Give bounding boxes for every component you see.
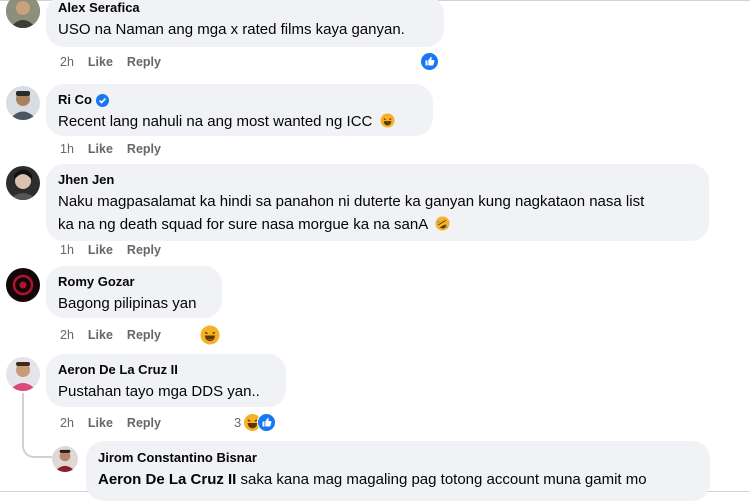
reply-button[interactable]: Reply [127,55,161,69]
comment-author[interactable]: Aeron De La Cruz II [58,362,274,378]
comment-text: USO na Naman ang mga x rated films kaya … [58,21,405,38]
comment-text-line: ka na ng death squad for sure nasa morgu… [58,216,428,233]
comment-bubble: Jhen Jen Naku magpasalamat ka hindi sa p… [46,164,709,241]
avatar[interactable] [52,446,78,472]
comment-actions: 1h Like Reply [60,142,161,156]
rolling-laughing-emoji-icon [435,216,450,231]
like-reaction-icon [420,52,439,71]
comment-actions: 2h Like Reply [60,328,161,342]
reply-author[interactable]: Jirom Constantino Bisnar [98,450,698,466]
reply-button[interactable]: Reply [127,142,161,156]
thread-connector [22,436,52,458]
avatar-photo-icon [52,446,78,472]
reply-bubble: Jirom Constantino Bisnar Aeron De La Cru… [86,441,710,501]
like-button[interactable]: Like [88,243,113,257]
comment-text: Bagong pilipinas yan [58,295,197,312]
avatar-photo-icon [6,166,40,200]
comment-actions: 1h Like Reply [60,243,161,257]
thread-line [22,393,24,438]
comment-actions: 2h Like Reply [60,55,161,69]
comment-time[interactable]: 2h [60,416,74,430]
avatar-photo-icon [6,0,40,28]
avatar-photo-icon [6,357,40,391]
avatar[interactable] [6,0,40,28]
reply-button[interactable]: Reply [127,328,161,342]
comment-bubble: Alex Serafica USO na Naman ang mga x rat… [46,0,444,47]
avatar[interactable] [6,357,40,391]
avatar-photo-icon [6,86,40,120]
like-button[interactable]: Like [88,328,113,342]
avatar[interactable] [6,268,40,302]
verified-badge-icon [95,93,109,107]
reply-text: saka kana mag magaling pag totong accoun… [236,471,647,488]
comment-text: Pustahan tayo mga DDS yan.. [58,383,260,400]
reply-button[interactable]: Reply [127,243,161,257]
avatar-photo-icon [6,268,40,302]
like-button[interactable]: Like [88,416,113,430]
comment-text-row: ka na ng death squad for sure nasa morgu… [58,213,697,236]
comment-author[interactable]: Alex Serafica [58,0,432,16]
like-button[interactable]: Like [88,142,113,156]
comment-text-line: Naku magpasalamat ka hindi sa panahon ni… [58,193,645,210]
comment-author[interactable]: Jhen Jen [58,172,697,188]
comment-time[interactable]: 1h [60,243,74,257]
haha-reaction-icon [200,325,220,345]
comment-author-row: Ri Co [58,92,421,108]
comment-text: Recent lang nahuli na ang most wanted ng… [58,113,373,130]
reaction-summary[interactable]: 3 [234,413,277,432]
comment-text-row: Recent lang nahuli na ang most wanted ng… [58,110,421,133]
laughing-emoji-icon [380,113,395,128]
comment-actions: 2h Like Reply [60,416,161,430]
reply-text-row: Aeron De La Cruz II saka kana mag magali… [98,468,698,491]
like-reaction-icon [257,413,277,432]
like-button[interactable]: Like [88,55,113,69]
comment-time[interactable]: 1h [60,142,74,156]
reply-button[interactable]: Reply [127,416,161,430]
comment-time[interactable]: 2h [60,55,74,69]
reaction-summary[interactable] [200,325,220,345]
reaction-count: 3 [234,415,242,430]
avatar[interactable] [6,86,40,120]
comment-author[interactable]: Romy Gozar [58,274,210,290]
comment-author[interactable]: Ri Co [58,92,92,108]
comment-bubble: Ri Co Recent lang nahuli na ang most wan… [46,84,433,136]
avatar[interactable] [6,166,40,200]
reaction-summary[interactable] [420,52,439,71]
comment-time[interactable]: 2h [60,328,74,342]
comment-bubble: Romy Gozar Bagong pilipinas yan [46,266,222,318]
comment-bubble: Aeron De La Cruz II Pustahan tayo mga DD… [46,354,286,407]
reply-mention-link[interactable]: Aeron De La Cruz II [98,471,236,488]
